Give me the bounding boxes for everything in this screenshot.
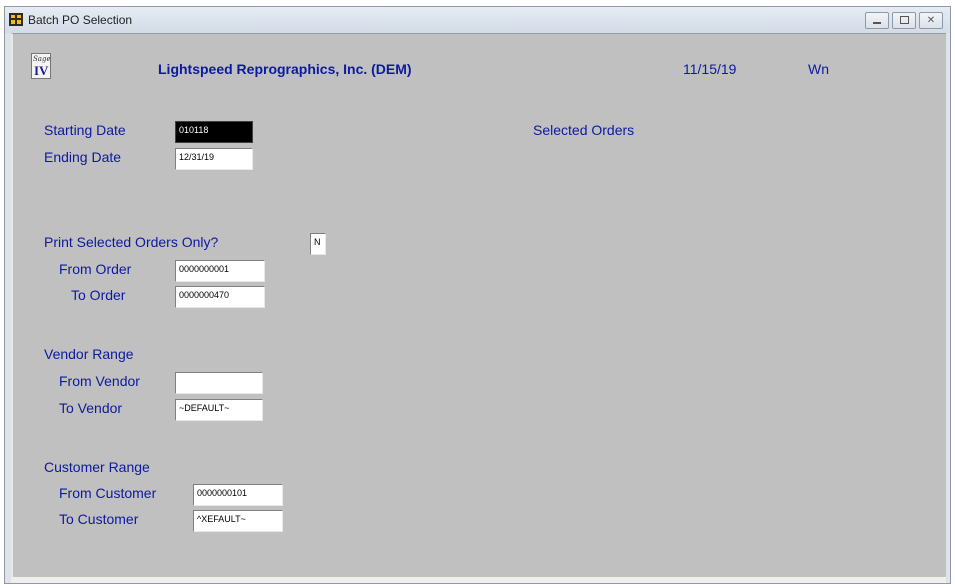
minimize-button[interactable] [865,12,889,29]
from-order-field[interactable]: 0000000001 [175,260,265,282]
selected-orders-label: Selected Orders [533,122,635,138]
header-user: Wn [808,61,829,77]
to-order-label: To Order [71,287,126,303]
to-customer-field[interactable]: ^XEFAULT~ [193,510,283,532]
title-bar[interactable]: Batch PO Selection ✕ [5,7,950,33]
header-date: 11/15/19 [683,61,737,77]
print-selected-field[interactable]: N [310,233,326,255]
logo-numeral: IV [34,63,49,78]
minimize-icon [873,22,881,25]
form-area: Sage IV Lightspeed Reprographics, Inc. (… [11,33,946,577]
from-customer-field[interactable]: 0000000101 [193,484,283,506]
vendor-range-label: Vendor Range [44,346,134,362]
batch-window-icon [9,13,23,26]
from-customer-label: From Customer [59,485,157,501]
to-vendor-field[interactable]: ~DEFAULT~ [175,399,263,421]
from-vendor-field[interactable] [175,372,263,394]
print-selected-label: Print Selected Orders Only? [44,234,219,250]
to-vendor-label: To Vendor [59,400,123,416]
window-title: Batch PO Selection [28,13,133,27]
close-button[interactable]: ✕ [919,12,943,29]
app-window: Batch PO Selection ✕ Sage IV Lightspeed … [4,6,951,584]
to-order-field[interactable]: 0000000470 [175,286,265,308]
customer-range-label: Customer Range [44,459,150,475]
ending-date-label: Ending Date [44,149,122,165]
ending-date-field[interactable]: 12/31/19 [175,148,253,170]
from-order-label: From Order [59,261,132,277]
starting-date-label: Starting Date [44,122,126,138]
to-customer-label: To Customer [59,511,139,527]
from-vendor-label: From Vendor [59,373,140,389]
logo-script: Sage [33,55,51,63]
restore-button[interactable] [892,12,916,29]
close-icon: ✕ [926,15,936,26]
company-name: Lightspeed Reprographics, Inc. (DEM) [158,61,412,77]
sage-logo: Sage IV [31,53,51,79]
restore-icon [899,16,909,25]
starting-date-field[interactable]: 010118 [175,121,253,143]
status-bar [11,577,946,583]
